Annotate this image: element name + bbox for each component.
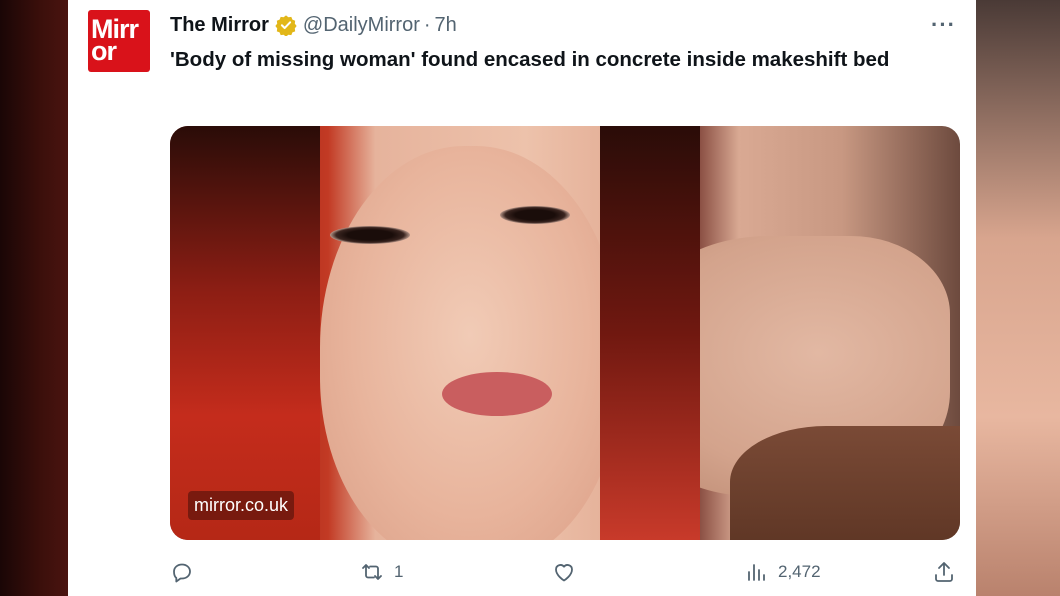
image-hair-right [600,126,700,540]
author-name[interactable]: The Mirror [170,14,269,37]
retweet-button[interactable]: 1 [360,560,403,584]
image-eye-right [500,206,570,224]
like-icon [555,564,573,582]
media-watermark: mirror.co.uk [188,491,295,520]
tweet-actions: 1 2,472 [170,560,962,590]
tweet-text: 'Body of missing woman' found encased in… [170,48,890,71]
views-icon [748,564,765,581]
author-handle[interactable]: @DailyMirror [303,14,420,37]
background-left [0,0,68,596]
views-button[interactable]: 2,472 [744,560,821,584]
background-right [976,0,1060,596]
image-hair-left [170,126,320,540]
tweet-media-image[interactable]: mirror.co.uk [170,126,960,540]
image-face [320,146,620,540]
image-couch [730,426,960,540]
timestamp[interactable]: 7h [435,14,457,37]
views-count: 2,472 [778,562,821,581]
like-button[interactable] [552,560,586,584]
avatar-logo-line2: or [91,36,117,66]
retweet-count: 1 [394,562,404,581]
tweet-header: The Mirror @DailyMirror · 7h [170,12,457,38]
image-lips [442,372,552,416]
tweet-card[interactable]: Mirr or The Mirror @DailyMirror · 7h ···… [68,0,976,596]
more-icon[interactable]: ··· [931,12,956,38]
share-button[interactable] [932,560,966,584]
reply-button[interactable] [170,560,204,584]
image-eye-left [330,226,410,244]
reply-icon [173,563,191,583]
share-icon [935,562,953,582]
separator-dot: · [423,13,431,36]
avatar[interactable]: Mirr or [88,10,150,72]
retweet-icon [362,564,382,580]
verified-badge-icon[interactable] [275,14,297,37]
